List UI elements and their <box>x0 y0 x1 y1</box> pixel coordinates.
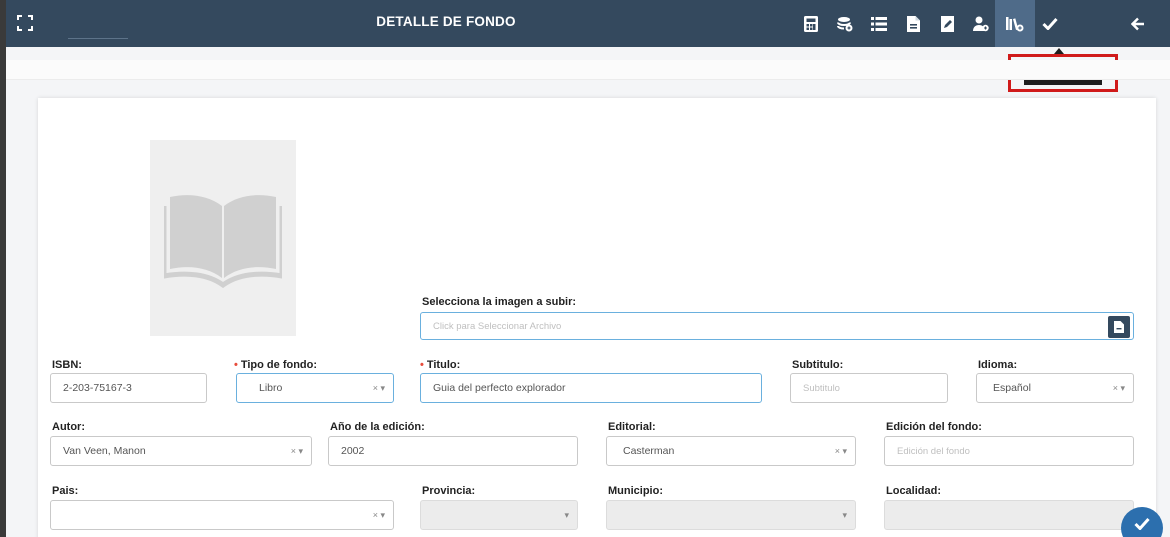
search-underline <box>68 38 128 39</box>
select-controls[interactable]: × ▾ <box>291 446 303 457</box>
save-button[interactable] <box>1030 0 1070 47</box>
titulo-field[interactable]: Guia del perfecto explorador <box>420 373 762 403</box>
detail-card: Selecciona la imagen a subir: Click para… <box>38 98 1156 537</box>
titulo-label: • Titulo: <box>420 359 461 371</box>
anio-edicion-label: Año de la edición: <box>330 421 425 433</box>
new-copy-button[interactable] <box>995 0 1035 47</box>
image-upload-placeholder: Click para Seleccionar Archivo <box>433 320 562 332</box>
edit-document-icon <box>940 15 954 32</box>
check-icon <box>1042 17 1058 30</box>
tipo-fondo-select[interactable]: Libro × ▾ <box>236 373 394 403</box>
cover-image-placeholder <box>150 140 296 336</box>
tipo-fondo-value: Libro <box>259 382 283 394</box>
image-upload-input[interactable]: Click para Seleccionar Archivo <box>420 312 1134 340</box>
file-upload-icon <box>1114 321 1124 333</box>
isbn-value: 2-203-75167-3 <box>63 382 132 394</box>
pais-select[interactable]: × ▾ <box>50 500 394 530</box>
titulo-value: Guia del perfecto explorador <box>433 382 566 394</box>
edicion-fondo-field[interactable]: Edición del fondo <box>884 436 1134 466</box>
required-marker: • <box>234 359 238 371</box>
check-icon <box>1134 517 1150 530</box>
upload-file-button[interactable] <box>1108 316 1130 338</box>
editorial-label: Editorial: <box>608 421 656 433</box>
dropdown-arrow: ▾ <box>842 510 847 520</box>
calculator-icon <box>804 15 818 32</box>
isbn-label: ISBN: <box>52 359 82 371</box>
idioma-value: Español <box>993 382 1031 394</box>
fullscreen-icon[interactable] <box>16 14 34 32</box>
required-marker: • <box>420 359 424 371</box>
idioma-label: Idioma: <box>978 359 1018 371</box>
back-arrow-icon <box>1131 17 1144 30</box>
subtitulo-label: Subtitulo: <box>792 359 844 371</box>
subtitulo-field[interactable]: Subtitulo <box>790 373 948 403</box>
tipo-fondo-label: • Tipo de fondo: <box>234 359 318 371</box>
autor-select[interactable]: Van Veen, Manon × ▾ <box>50 436 312 466</box>
stack-icon <box>837 16 853 31</box>
pais-label: Pais: <box>52 485 79 497</box>
anio-edicion-field[interactable]: 2002 <box>328 436 578 466</box>
provincia-label: Provincia: <box>422 485 476 497</box>
isbn-field[interactable]: 2-203-75167-3 <box>50 373 207 403</box>
subtitulo-placeholder: Subtitulo <box>803 382 840 394</box>
select-controls[interactable]: × ▾ <box>835 446 847 457</box>
book-icon <box>164 195 282 288</box>
select-controls[interactable]: × ▾ <box>373 510 385 521</box>
autor-label: Autor: <box>52 421 85 433</box>
provincia-select: ▾ <box>420 500 578 530</box>
window-edge <box>0 0 6 537</box>
image-upload-label: Selecciona la imagen a subir: <box>422 296 577 308</box>
sub-toolbar-strip <box>6 60 1170 80</box>
idioma-select[interactable]: Español × ▾ <box>976 373 1134 403</box>
edicion-fondo-label: Edición del fondo: <box>886 421 982 433</box>
localidad-label: Localidad: <box>886 485 942 497</box>
editorial-select[interactable]: Casterman × ▾ <box>606 436 856 466</box>
user-icon <box>973 16 989 31</box>
anio-edicion-value: 2002 <box>341 445 365 457</box>
municipio-select: ▾ <box>606 500 856 530</box>
municipio-label: Municipio: <box>608 485 663 497</box>
autor-value: Van Veen, Manon <box>63 445 146 457</box>
page-title: DETALLE DE FONDO <box>376 14 516 29</box>
top-navbar: DETALLE DE FONDO <box>6 0 1170 47</box>
editorial-value: Casterman <box>623 445 675 457</box>
select-controls[interactable]: × ▾ <box>1113 383 1125 394</box>
edicion-fondo-placeholder: Edición del fondo <box>897 445 970 457</box>
back-button[interactable] <box>1118 0 1158 47</box>
floating-save-button[interactable] <box>1121 507 1163 537</box>
dropdown-arrow: ▾ <box>564 510 569 520</box>
list-icon <box>871 16 887 31</box>
select-controls[interactable]: × ▾ <box>373 383 385 394</box>
document-icon <box>906 15 920 32</box>
new-copy-icon <box>1006 16 1024 31</box>
localidad-field <box>884 500 1134 530</box>
